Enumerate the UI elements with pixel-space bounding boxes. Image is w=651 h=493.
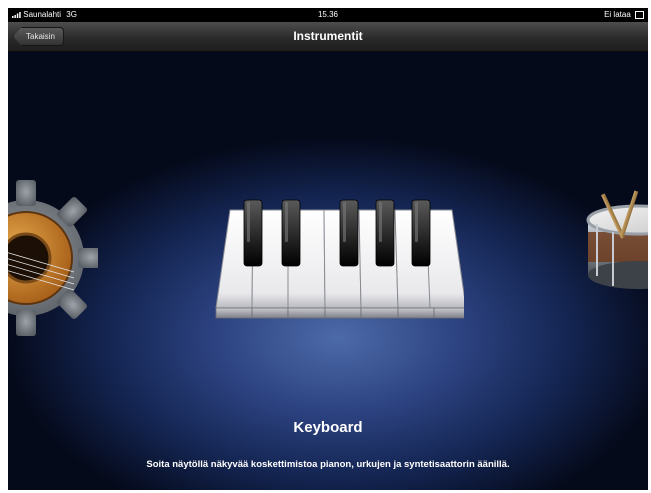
instrument-name: Keyboard (293, 419, 363, 436)
charging-status: Ei lataa (604, 10, 631, 19)
status-time: 15.36 (317, 10, 339, 19)
piano-keyboard-icon[interactable] (204, 190, 464, 332)
drum-icon[interactable] (583, 190, 648, 300)
status-bar: Saunalahti 3G 15.36 Ei lataa (8, 8, 648, 22)
instrument-description: Soita näytöllä näkyvää koskettimistoa pi… (146, 459, 510, 470)
battery-icon (635, 10, 644, 19)
page-title: Instrumentit (293, 29, 363, 43)
instrument-browser-screen: Saunalahti 3G 15.36 Ei lataa Takaisin In… (8, 8, 648, 490)
navigation-bar: Takaisin Instrumentit (8, 22, 648, 52)
battery-status: Ei lataa (604, 8, 644, 22)
guitar-gear-icon[interactable] (8, 168, 98, 348)
